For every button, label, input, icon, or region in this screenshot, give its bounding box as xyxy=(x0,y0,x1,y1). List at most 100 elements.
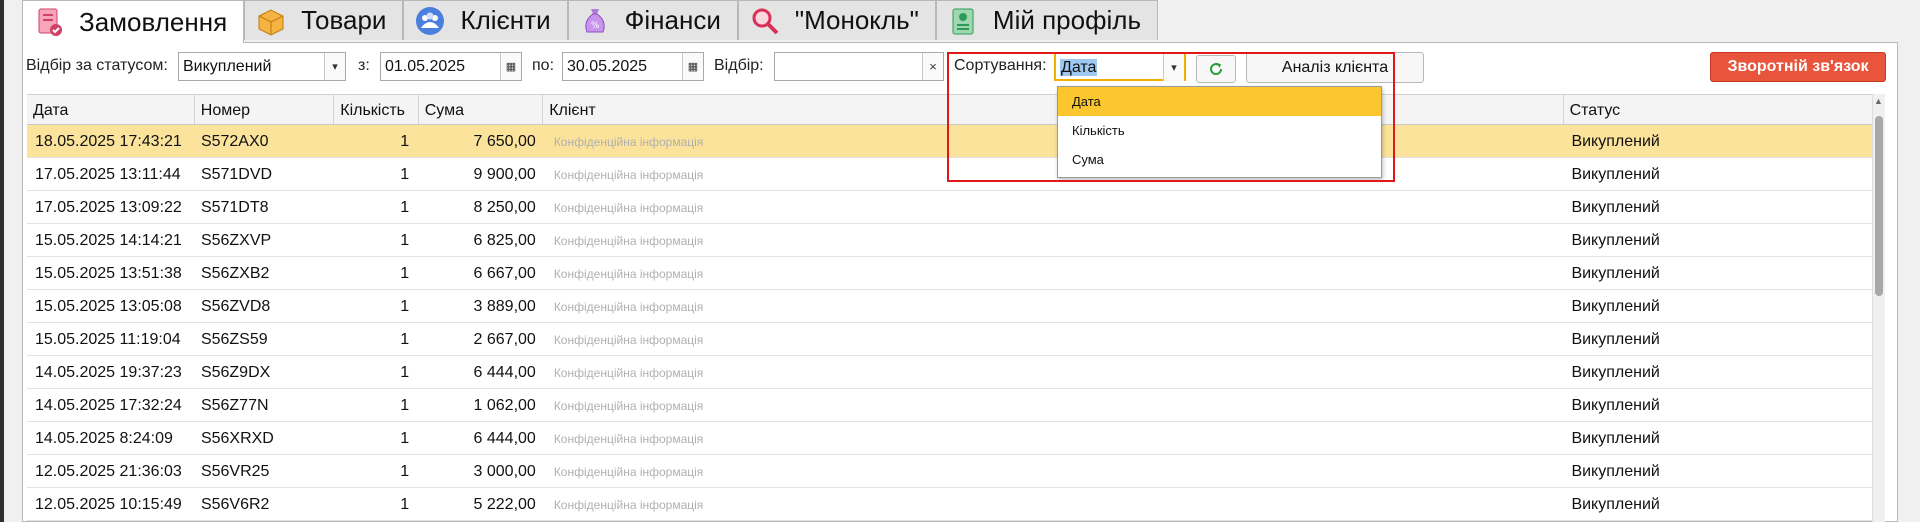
cell-client: Конфіденційна інформація xyxy=(553,366,704,380)
cell-date: 17.05.2025 13:09:22 xyxy=(35,199,182,216)
table-row[interactable]: 17.05.2025 13:09:22 S571DT8 1 8 250,00 Конфі… xyxy=(27,191,1873,224)
chevron-down-icon[interactable]: ▾ xyxy=(324,53,345,80)
cell-date: 14.05.2025 19:37:23 xyxy=(35,364,182,381)
cell-date: 15.05.2025 13:51:38 xyxy=(35,265,182,282)
date-to-label: по: xyxy=(532,57,555,74)
cell-number: S56Z77N xyxy=(200,397,269,414)
cell-number: S56ZXVP xyxy=(200,232,272,249)
table-row[interactable]: 15.05.2025 13:51:38 S56ZXB2 1 6 667,00 Конфі… xyxy=(27,257,1873,290)
cell-blank xyxy=(1264,290,1564,322)
sort-option-sum[interactable]: Сума xyxy=(1058,145,1381,174)
cell-client: Конфіденційна інформація xyxy=(553,300,704,314)
orders-table: Дата Номер Кількість Сума Клієнт Статус … xyxy=(27,94,1873,521)
table-row[interactable]: 17.05.2025 13:11:44 S571DVD 1 9 900,00 Конфі… xyxy=(27,158,1873,191)
cell-number: S571DT8 xyxy=(200,199,269,216)
box-icon xyxy=(258,8,284,36)
cell-number: S571DVD xyxy=(200,166,273,183)
tab-monocle[interactable]: "Монокль" xyxy=(737,0,936,40)
cell-blank xyxy=(1264,323,1564,355)
money-bag-icon: % xyxy=(584,8,605,32)
tab-products[interactable]: Товари xyxy=(244,0,404,40)
cell-number: S572AX0 xyxy=(200,133,269,150)
cell-status: Викуплений xyxy=(1571,298,1660,315)
cell-number: S56ZXB2 xyxy=(200,265,270,282)
column-header-date[interactable]: Дата xyxy=(27,95,195,124)
tab-label: Мій профіль xyxy=(992,5,1141,35)
cell-quantity: 1 xyxy=(400,166,410,183)
cell-client: Конфіденційна інформація xyxy=(553,267,704,281)
cell-sum: 6 825,00 xyxy=(473,232,536,249)
cell-sum: 6 667,00 xyxy=(473,265,536,282)
chevron-down-icon[interactable]: ▾ xyxy=(1163,54,1184,81)
cell-date: 15.05.2025 11:19:04 xyxy=(35,331,181,348)
status-select[interactable]: Викуплений ▾ xyxy=(178,52,346,81)
cell-date: 12.05.2025 21:36:03 xyxy=(35,463,182,480)
cell-quantity: 1 xyxy=(400,364,410,381)
profile-icon xyxy=(952,8,974,34)
table-row[interactable]: 15.05.2025 14:14:21 S56ZXVP 1 6 825,00 Конфі… xyxy=(27,224,1873,257)
cell-date: 14.05.2025 17:32:24 xyxy=(35,397,182,414)
date-from-field[interactable]: 01.05.2025 ▦ xyxy=(380,52,522,81)
tab-profile[interactable]: Мій профіль xyxy=(935,0,1158,40)
table-row[interactable]: 12.05.2025 21:36:03 S56VR25 1 3 000,00 Конфі… xyxy=(27,455,1873,488)
cell-sum: 7 650,00 xyxy=(473,133,536,150)
cell-blank xyxy=(1264,224,1564,256)
table-row[interactable]: 18.05.2025 17:43:21 S572AX0 1 7 650,00 Конфі… xyxy=(27,125,1873,158)
sort-select[interactable]: Дата ▾ xyxy=(1054,52,1186,81)
table-row[interactable]: 15.05.2025 11:19:04 S56ZS59 1 2 667,00 Конфі… xyxy=(27,323,1873,356)
column-header-sum[interactable]: Сума xyxy=(419,95,544,124)
cell-quantity: 1 xyxy=(400,397,410,414)
tab-label: Фінанси xyxy=(624,5,721,35)
refresh-button[interactable] xyxy=(1196,55,1236,83)
table-row[interactable]: 14.05.2025 17:32:24 S56Z77N 1 1 062,00 Конфі… xyxy=(27,389,1873,422)
feedback-button[interactable]: Зворотній зв'язок xyxy=(1710,52,1886,82)
cell-client: Конфіденційна інформація xyxy=(553,201,704,215)
cell-sum: 1 062,00 xyxy=(473,397,536,414)
date-to-field[interactable]: 30.05.2025 ▦ xyxy=(562,52,704,81)
cell-date: 18.05.2025 17:43:21 xyxy=(35,133,182,150)
cell-client: Конфіденційна інформація xyxy=(553,465,704,479)
scroll-up-icon[interactable]: ▲ xyxy=(1874,96,1883,106)
cell-quantity: 1 xyxy=(400,331,410,348)
vertical-scrollbar[interactable]: ▲ xyxy=(1872,94,1885,522)
scrollbar-thumb[interactable] xyxy=(1875,116,1883,296)
clear-icon[interactable]: × xyxy=(922,53,943,80)
tab-clients[interactable]: Клієнти xyxy=(403,0,568,40)
sort-option-quantity[interactable]: Кількість xyxy=(1058,116,1381,145)
tab-label: "Монокль" xyxy=(794,5,919,35)
table-row[interactable]: 15.05.2025 13:05:08 S56ZVD8 1 3 889,00 Конфі… xyxy=(27,290,1873,323)
cell-blank xyxy=(1264,422,1564,454)
status-filter-label: Відбір за статусом: xyxy=(26,57,168,74)
column-header-quantity[interactable]: Кількість xyxy=(334,95,419,124)
cell-sum: 2 667,00 xyxy=(473,331,536,348)
sort-dropdown: Дата Кількість Сума xyxy=(1057,86,1382,178)
cell-status: Викуплений xyxy=(1571,199,1660,216)
filter-input[interactable]: × xyxy=(774,52,944,81)
tab-bar: Замовлення Товари Клієнти % Фінанси "Мон… xyxy=(22,0,1158,43)
cell-number: S56ZS59 xyxy=(200,331,268,348)
column-header-status[interactable]: Статус xyxy=(1564,95,1873,124)
analyze-client-button[interactable]: Аналіз клієнта xyxy=(1246,52,1424,83)
table-header: Дата Номер Кількість Сума Клієнт Статус xyxy=(27,94,1873,125)
table-row[interactable]: 12.05.2025 10:15:49 S56V6R2 1 5 222,00 Конфі… xyxy=(27,488,1873,521)
tab-finance[interactable]: % Фінанси xyxy=(567,0,738,40)
cell-status: Викуплений xyxy=(1571,463,1660,480)
date-to-value: 30.05.2025 xyxy=(567,58,648,75)
column-header-number[interactable]: Номер xyxy=(195,95,335,124)
table-row[interactable]: 14.05.2025 19:37:23 S56Z9DX 1 6 444,00 Конфі… xyxy=(27,356,1873,389)
cell-date: 15.05.2025 13:05:08 xyxy=(35,298,182,315)
sort-option-date[interactable]: Дата xyxy=(1058,87,1381,116)
cell-number: S56XRXD xyxy=(200,430,274,447)
cell-status: Викуплений xyxy=(1571,430,1660,447)
cell-blank xyxy=(1264,389,1564,421)
date-from-value: 01.05.2025 xyxy=(385,58,466,75)
table-row[interactable]: 14.05.2025 8:24:09 S56XRXD 1 6 444,00 Конфід… xyxy=(27,422,1873,455)
cell-status: Викуплений xyxy=(1571,232,1660,249)
cell-sum: 6 444,00 xyxy=(473,430,536,447)
cell-blank xyxy=(1264,455,1564,487)
cell-sum: 6 444,00 xyxy=(473,364,536,381)
tab-orders[interactable]: Замовлення xyxy=(22,0,245,43)
calendar-icon[interactable]: ▦ xyxy=(500,53,521,80)
calendar-icon[interactable]: ▦ xyxy=(682,53,703,80)
cell-date: 14.05.2025 8:24:09 xyxy=(35,430,173,447)
